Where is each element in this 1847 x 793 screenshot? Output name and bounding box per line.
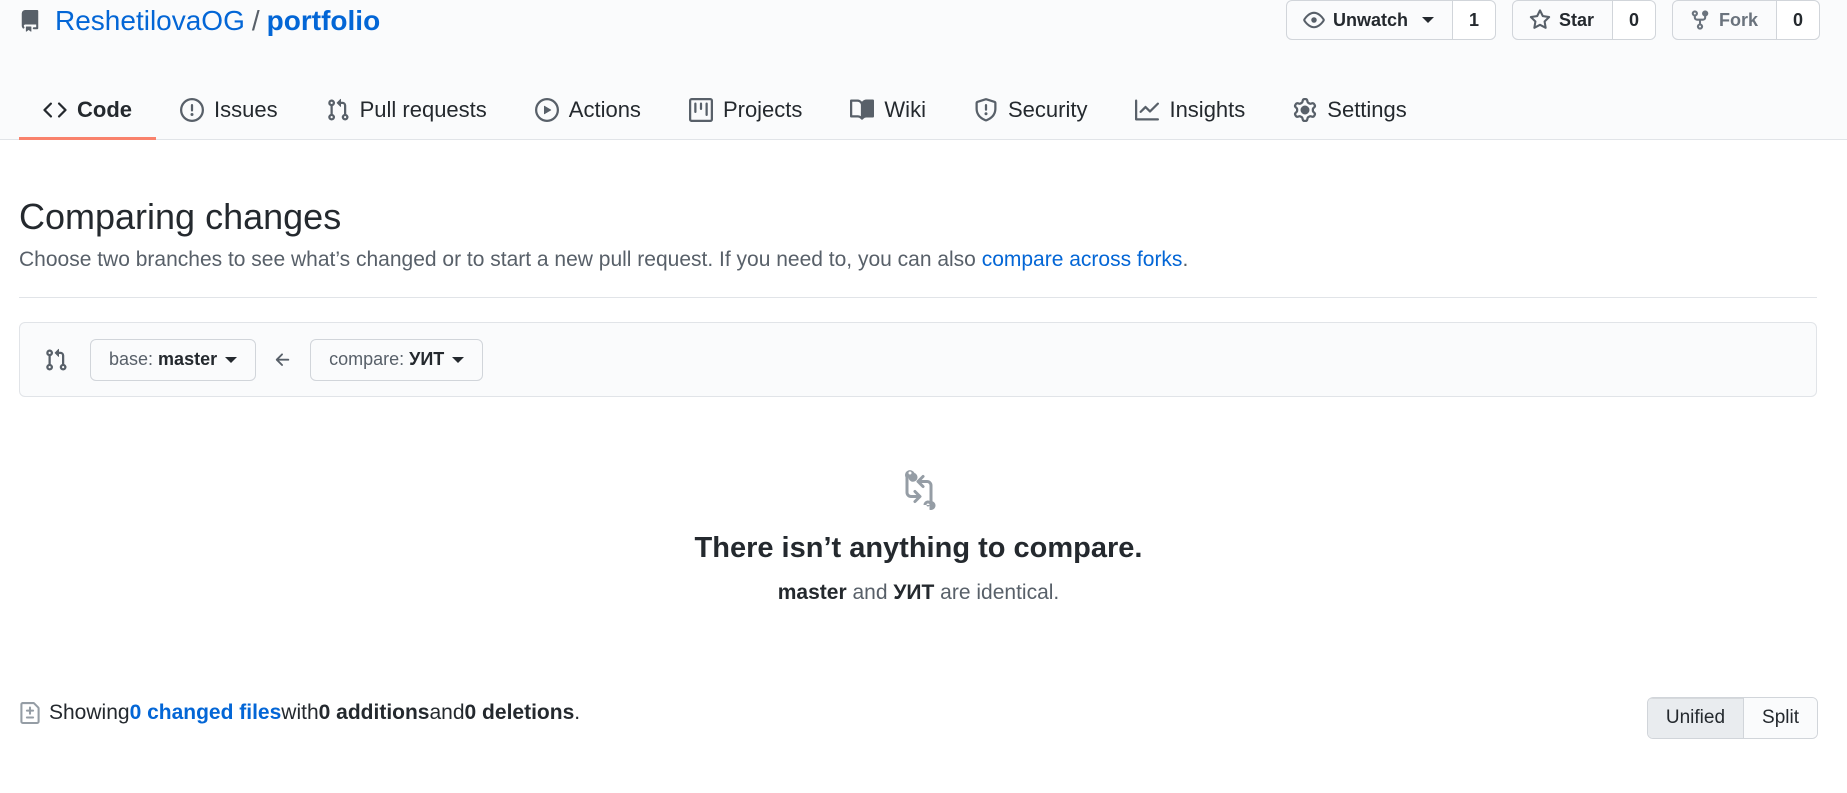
and-text: and (429, 701, 465, 724)
tab-label: Security (1007, 96, 1088, 122)
compare-icon (46, 348, 67, 371)
base-branch-name: master (158, 349, 218, 369)
range-editor: base: master compare: УИТ (19, 322, 1817, 397)
tab-label: Insights (1169, 96, 1246, 122)
issue-icon (180, 97, 204, 122)
unwatch-button[interactable]: Unwatch (1287, 1, 1453, 39)
diff-summary: Showing 0 changed files with 0 additions… (19, 700, 580, 726)
graph-icon (1135, 99, 1160, 120)
stars-count[interactable]: 0 (1612, 1, 1655, 39)
tab-security[interactable]: Security (950, 79, 1111, 140)
repo-owner-link[interactable]: ReshetilovaOG (55, 5, 245, 37)
fork-icon (1691, 10, 1709, 30)
forks-count[interactable]: 0 (1777, 1, 1819, 39)
branch-b: УИТ (893, 581, 935, 604)
page-title: Comparing changes (19, 196, 342, 237)
tab-actions[interactable]: Actions (511, 79, 665, 140)
tab-label: Actions (568, 96, 641, 122)
play-icon (534, 97, 559, 122)
star-button-group: Star 0 (1511, 0, 1656, 40)
chevron-down-icon (1421, 17, 1434, 23)
file-diff-icon (20, 702, 40, 724)
eye-icon (1303, 11, 1325, 29)
tab-label: Wiki (884, 96, 926, 122)
git-compare-icon (904, 470, 935, 511)
repo-icon (21, 10, 39, 32)
book-icon (850, 98, 875, 120)
with-text: with (281, 701, 319, 724)
repo-title: ReshetilovaOG / portfolio (19, 0, 380, 42)
joiner-text: and (846, 581, 894, 604)
star-label: Star (1558, 9, 1594, 30)
compare-prefix: compare: (329, 349, 405, 369)
pagehead-actions: Unwatch 1 Star 0 Fork 0 (1285, 0, 1820, 40)
compare-branch-select[interactable]: compare: УИТ (310, 338, 484, 381)
changed-files-link[interactable]: 0 changed files (130, 701, 282, 725)
compare-branch-name: УИТ (409, 349, 445, 369)
watch-button-group: Unwatch 1 (1285, 0, 1496, 40)
diff-view-toggle: Unified Split (1646, 697, 1818, 739)
branch-a: master (777, 581, 847, 604)
base-prefix: base: (109, 349, 154, 369)
tab-pull-requests[interactable]: Pull requests (302, 79, 511, 140)
chevron-down-icon (452, 356, 465, 363)
compare-subhead: Comparing changes Choose two branches to… (19, 196, 1817, 298)
period-text: . (574, 701, 581, 724)
tab-label: Pull requests (359, 96, 487, 122)
pull-request-icon (327, 98, 349, 121)
blankslate-title: There isn’t anything to compare. (694, 532, 1143, 564)
compare-description: Choose two branches to see what’s change… (19, 248, 1817, 272)
shield-icon (975, 97, 997, 122)
fork-label: Fork (1718, 9, 1758, 30)
arrow-left-icon (275, 352, 290, 366)
identical-text: are identical. (934, 581, 1060, 604)
blankslate: There isn’t anything to compare. master … (0, 465, 1837, 605)
tab-projects[interactable]: Projects (665, 79, 826, 140)
unwatch-label: Unwatch (1332, 9, 1408, 30)
star-button[interactable]: Star (1513, 1, 1613, 39)
repo-separator: / (251, 5, 260, 36)
fork-button-group: Fork 0 (1671, 0, 1820, 40)
repo-name-link[interactable]: portfolio (267, 5, 381, 37)
description-text: Choose two branches to see what’s change… (19, 248, 982, 271)
tab-issues[interactable]: Issues (156, 79, 302, 140)
repo-tabs: Code Issues Pull requests Actions Projec… (19, 79, 1431, 140)
project-icon (688, 97, 713, 122)
gear-icon (1294, 97, 1317, 122)
tab-insights[interactable]: Insights (1111, 79, 1269, 140)
blankslate-message: master and УИТ are identical. (0, 581, 1837, 605)
additions-count: 0 additions (318, 701, 430, 724)
watchers-count[interactable]: 1 (1452, 1, 1495, 39)
base-branch-select[interactable]: base: master (90, 338, 257, 381)
code-icon (43, 101, 67, 118)
repo-header: ReshetilovaOG / portfolio Unwatch 1 Star… (0, 0, 1847, 140)
tab-code[interactable]: Code (19, 79, 156, 140)
description-end: . (1182, 248, 1189, 271)
tab-settings[interactable]: Settings (1269, 79, 1431, 140)
star-icon (1529, 9, 1551, 29)
tab-label: Settings (1327, 96, 1407, 122)
split-view-button[interactable]: Split (1744, 698, 1817, 738)
tab-label: Projects (722, 96, 803, 122)
compare-across-forks-link[interactable]: compare across forks (982, 248, 1183, 271)
fork-button[interactable]: Fork (1673, 1, 1777, 39)
chevron-down-icon (225, 356, 238, 363)
tab-label: Code (77, 96, 132, 122)
showing-text: Showing (49, 701, 130, 724)
deletions-count: 0 deletions (464, 701, 575, 724)
unified-view-button[interactable]: Unified (1647, 698, 1745, 738)
tab-wiki[interactable]: Wiki (826, 79, 950, 140)
tab-label: Issues (214, 96, 278, 122)
